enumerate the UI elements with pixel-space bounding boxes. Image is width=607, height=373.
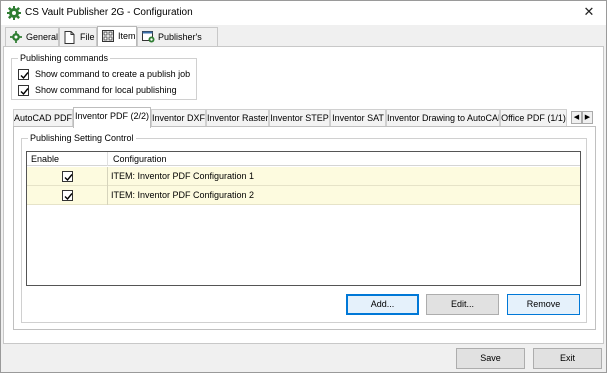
create-publish-job-label: Show command to create a publish job — [35, 69, 191, 79]
tab-office-pdf-label: Office PDF (1/1) — [501, 113, 566, 123]
tab-inventor-raster-label: Inventor Raster — [207, 113, 269, 123]
remove-button[interactable]: Remove — [507, 294, 580, 315]
create-publish-job-checkbox[interactable] — [18, 69, 29, 80]
main-tabs: General File Item Publisher's — [3, 26, 603, 60]
chevron-right-icon: ▶ — [584, 114, 591, 121]
exit-button[interactable]: Exit — [533, 348, 602, 369]
app-gear-icon — [7, 6, 21, 20]
local-publishing-checkbox[interactable] — [18, 85, 29, 96]
tab-inventor-step-label: Inventor STEP — [270, 113, 329, 123]
item-grid-icon — [102, 30, 114, 42]
gear-icon — [10, 31, 22, 43]
tab-file[interactable]: File — [59, 27, 97, 46]
tab-office-pdf[interactable]: Office PDF (1/1) — [500, 109, 567, 127]
format-tabs: AutoCAD PDF Inventor PDF (2/2) Inventor … — [13, 107, 596, 128]
chevron-left-icon: ◀ — [573, 114, 580, 121]
tab-general[interactable]: General — [5, 27, 59, 46]
tab-inventor-dxf-label: Inventor DXF — [152, 113, 206, 123]
row-enable-checkbox[interactable] — [62, 171, 73, 182]
table-row[interactable]: ITEM: Inventor PDF Configuration 2 — [27, 186, 580, 205]
checkmark-icon — [64, 193, 73, 201]
tabs-scroll-left-button[interactable]: ◀ — [571, 111, 582, 124]
add-button[interactable]: Add... — [346, 294, 419, 315]
tab-general-label: General — [26, 32, 59, 42]
enable-cell — [27, 186, 108, 205]
tab-file-label: File — [80, 32, 95, 42]
tab-item-label: Item — [118, 31, 136, 41]
file-icon — [64, 31, 75, 44]
configuration-window: CS Vault Publisher 2G - Configuration ✕ … — [0, 0, 607, 373]
tabs-scroll-right-button[interactable]: ▶ — [582, 111, 593, 124]
tab-inventor-raster[interactable]: Inventor Raster — [206, 109, 269, 127]
save-button[interactable]: Save — [456, 348, 525, 369]
local-publishing-label: Show command for local publishing — [35, 85, 177, 95]
row-enable-checkbox[interactable] — [62, 190, 73, 201]
grid-header: Enable Configuration — [27, 152, 580, 166]
checkmark-icon — [20, 88, 29, 96]
publishing-commands-legend: Publishing commands — [18, 53, 111, 64]
tab-autocad-pdf[interactable]: AutoCAD PDF — [13, 109, 73, 127]
title-bar: CS Vault Publisher 2G - Configuration ✕ — [1, 1, 606, 25]
tab-inventor-pdf-label: Inventor PDF (2/2) — [74, 111, 150, 121]
tab-inventor-dxf[interactable]: Inventor DXF — [151, 109, 206, 127]
column-header-configuration[interactable]: Configuration — [109, 152, 580, 166]
edit-button[interactable]: Edit... — [426, 294, 499, 315]
tab-autocad-pdf-label: AutoCAD PDF — [14, 113, 73, 123]
tab-inventor-drawing-to-autocad[interactable]: Inventor Drawing to AutoCAD — [386, 109, 500, 127]
publishing-setting-control-legend: Publishing Setting Control — [28, 133, 136, 144]
checkmark-icon — [64, 174, 73, 182]
configuration-cell: ITEM: Inventor PDF Configuration 2 — [111, 190, 255, 200]
table-row[interactable]: ITEM: Inventor PDF Configuration 1 — [27, 167, 580, 186]
window-title: CS Vault Publisher 2G - Configuration — [25, 7, 193, 18]
tab-item[interactable]: Item — [97, 26, 137, 47]
tab-inventor-sat-label: Inventor SAT — [332, 113, 384, 123]
checkmark-icon — [20, 72, 29, 80]
tab-inventor-pdf[interactable]: Inventor PDF (2/2) — [73, 107, 151, 128]
column-header-enable[interactable]: Enable — [27, 152, 108, 166]
tab-inventor-step[interactable]: Inventor STEP — [269, 109, 330, 127]
configuration-grid[interactable]: Enable Configuration ITEM: Inventor PDF … — [26, 151, 581, 286]
tab-inventor-drawing-to-autocad-label: Inventor Drawing to AutoCAD — [387, 113, 500, 123]
publishing-commands-group: Publishing commands Show command to crea… — [11, 53, 197, 100]
tab-publishers-jobs[interactable]: Publisher's Jobs — [137, 27, 218, 60]
close-icon: ✕ — [583, 4, 595, 19]
enable-cell — [27, 167, 108, 186]
configuration-cell: ITEM: Inventor PDF Configuration 1 — [111, 171, 255, 181]
jobs-icon — [142, 31, 155, 43]
tab-inventor-sat[interactable]: Inventor SAT — [330, 109, 386, 127]
close-button[interactable]: ✕ — [572, 1, 606, 23]
